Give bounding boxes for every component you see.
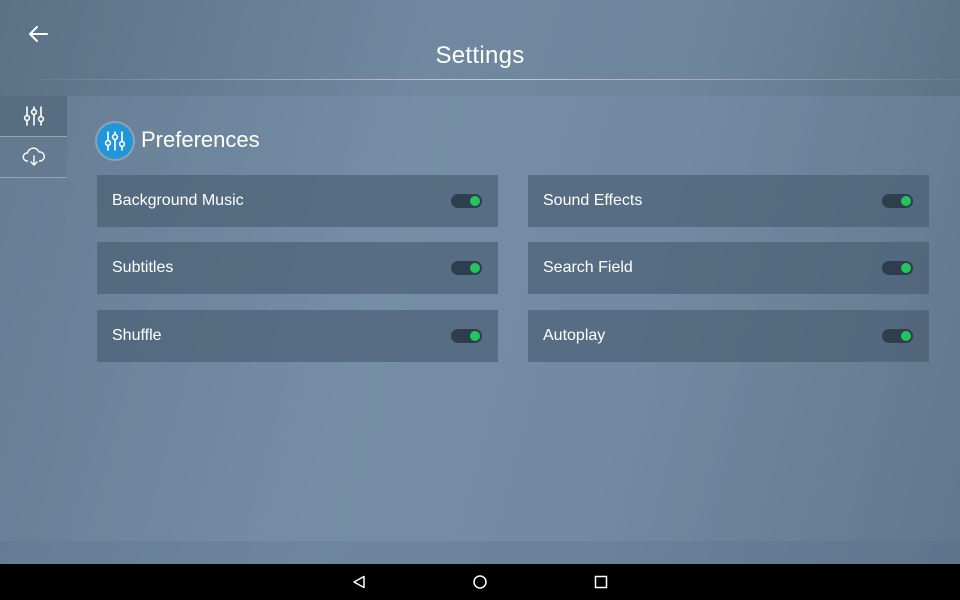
page-title: Settings: [435, 42, 525, 69]
autoplay-toggle[interactable]: [882, 329, 913, 343]
arrow-left-icon: [29, 26, 48, 42]
setting-label: Subtitles: [112, 259, 174, 276]
top-bar: Settings: [0, 0, 960, 96]
title-divider: [40, 79, 960, 80]
sliders-icon: [23, 106, 44, 126]
system-navbar: [0, 564, 960, 600]
settings-screen: Settings Preferences Background Music So…: [0, 0, 960, 600]
setting-row-background-music[interactable]: Background Music: [97, 175, 498, 227]
toggle-knob: [901, 331, 911, 341]
background-music-toggle[interactable]: [451, 194, 482, 208]
sidebar-item-cloud[interactable]: [0, 137, 67, 177]
subtitles-toggle[interactable]: [451, 261, 482, 275]
setting-row-shuffle[interactable]: Shuffle: [97, 310, 498, 362]
sound-effects-toggle[interactable]: [882, 194, 913, 208]
nav-back-button[interactable]: [347, 570, 371, 594]
nav-recents-button[interactable]: [589, 570, 613, 594]
toggle-knob: [470, 196, 480, 206]
home-circle-icon: [473, 575, 487, 589]
setting-row-sound-effects[interactable]: Sound Effects: [528, 175, 929, 227]
setting-label: Sound Effects: [543, 192, 643, 209]
toggle-knob: [901, 263, 911, 273]
section-icon-badge: [97, 123, 133, 159]
bottom-strip: [0, 541, 960, 564]
toggle-knob: [470, 331, 480, 341]
setting-row-search-field[interactable]: Search Field: [528, 242, 929, 294]
toggle-knob: [470, 263, 480, 273]
setting-label: Search Field: [543, 259, 633, 276]
search-field-toggle[interactable]: [882, 261, 913, 275]
section-title: Preferences: [141, 127, 260, 152]
setting-label: Shuffle: [112, 327, 162, 344]
back-triangle-icon: [353, 575, 365, 589]
cloud-download-icon: [22, 147, 45, 166]
setting-row-autoplay[interactable]: Autoplay: [528, 310, 929, 362]
nav-home-button[interactable]: [468, 570, 492, 594]
toggle-knob: [901, 196, 911, 206]
setting-label: Autoplay: [543, 327, 606, 344]
recents-square-icon: [594, 575, 608, 589]
setting-label: Background Music: [112, 192, 244, 209]
setting-row-subtitles[interactable]: Subtitles: [97, 242, 498, 294]
shuffle-toggle[interactable]: [451, 329, 482, 343]
sidebar: [0, 96, 67, 541]
sidebar-item-preferences[interactable]: [0, 96, 67, 136]
sliders-icon: [104, 131, 126, 151]
sidebar-divider: [0, 177, 67, 178]
